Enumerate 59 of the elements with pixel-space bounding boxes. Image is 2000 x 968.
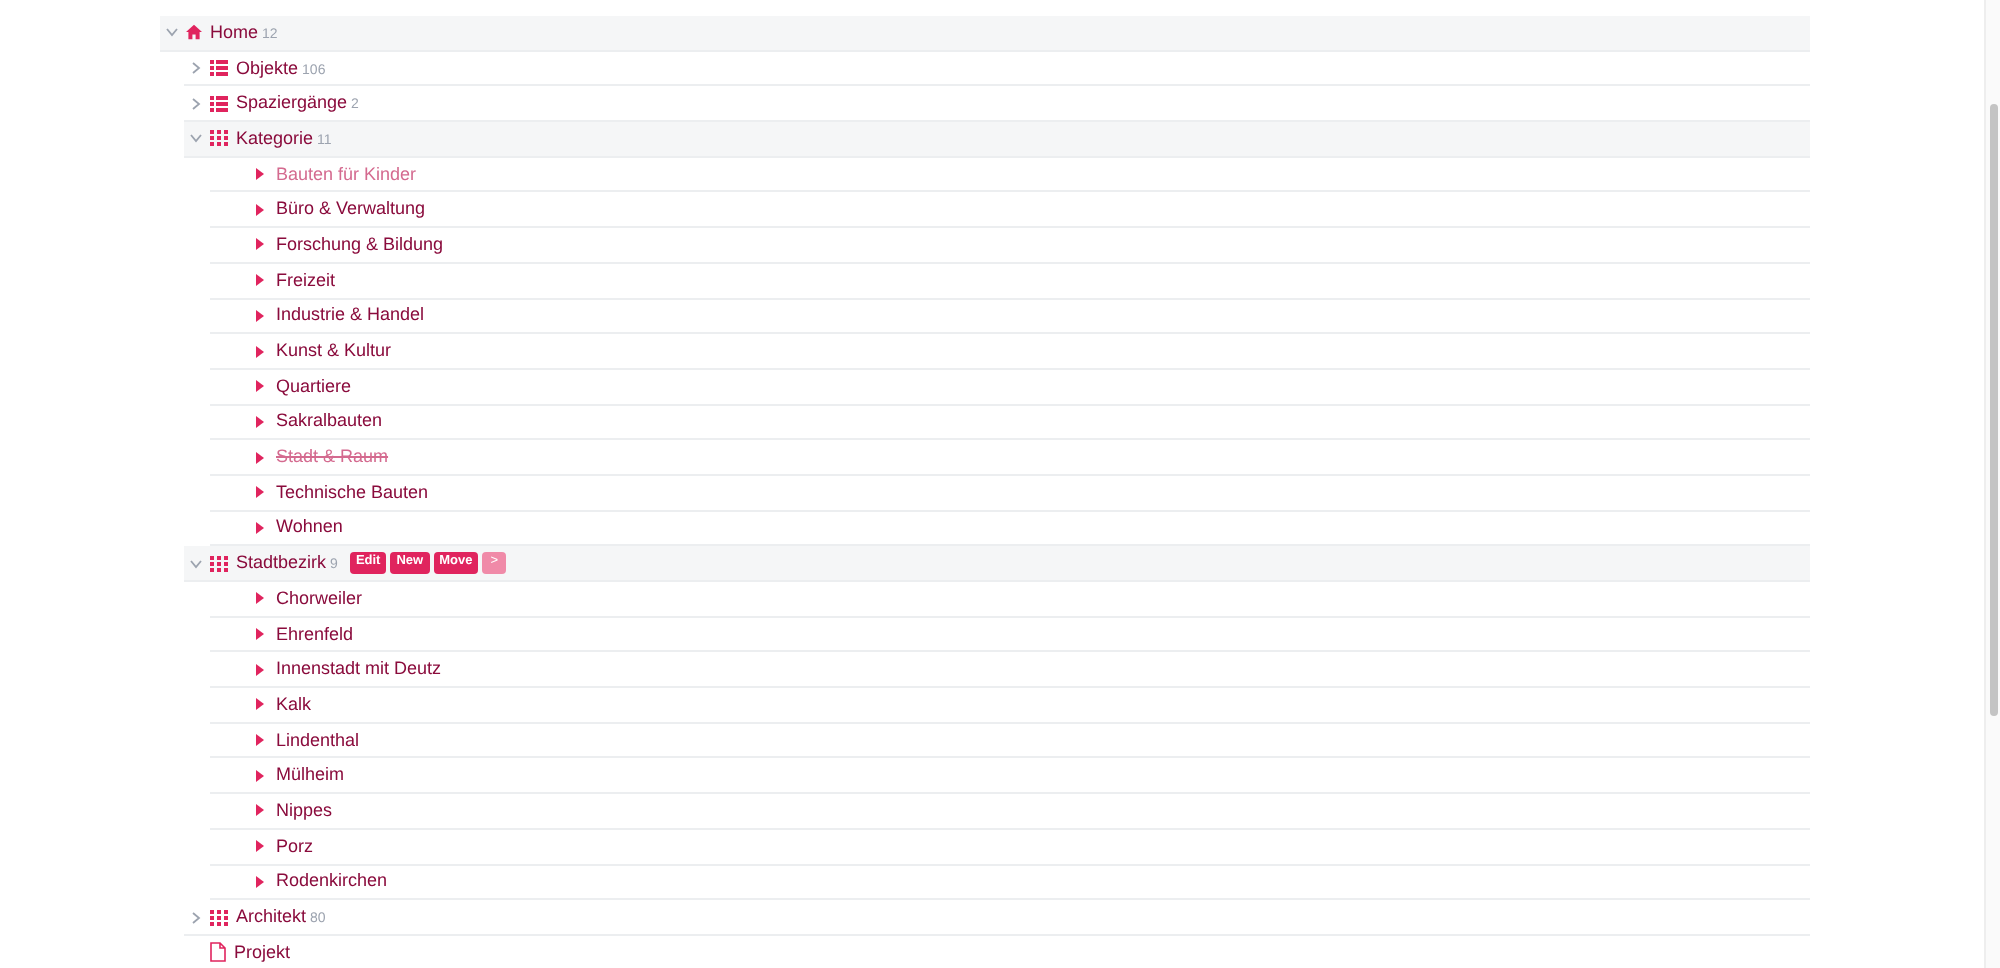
tree-item[interactable]: Quartiere [276, 377, 352, 396]
document-icon [210, 942, 226, 963]
caret-icon [256, 663, 264, 676]
caret-icon [256, 203, 264, 216]
tree-item[interactable]: Kunst & Kultur [276, 342, 392, 361]
grid-icon [210, 130, 228, 147]
grid-icon [210, 555, 228, 572]
tree-item[interactable]: Rodenkirchen [276, 872, 388, 891]
tree-item[interactable]: Nippes [276, 801, 333, 820]
chevron-right-icon[interactable] [189, 97, 201, 110]
caret-icon [256, 238, 264, 251]
caret-icon [256, 592, 264, 605]
caret-icon [256, 168, 264, 181]
caret-icon [256, 380, 264, 393]
tree-item[interactable]: Kalk [276, 695, 312, 714]
chevron-down-icon[interactable] [165, 26, 177, 39]
caret-icon [256, 415, 264, 428]
tree-item[interactable]: Home [210, 23, 259, 42]
tree-item[interactable]: Ehrenfeld [276, 625, 354, 644]
tree-item[interactable]: Kategorie [236, 129, 314, 148]
tree-item[interactable]: Büro & Verwaltung [276, 200, 426, 219]
caret-icon [256, 521, 264, 534]
caret-icon [256, 451, 264, 464]
tree-item[interactable]: Chorweiler [276, 589, 363, 608]
tree-item[interactable]: Projekt [234, 943, 291, 962]
grid-icon [210, 909, 228, 926]
list-icon [210, 95, 228, 112]
chevron-right-icon[interactable] [189, 911, 201, 924]
caret-icon [256, 274, 264, 287]
tree-item[interactable]: Industrie & Handel [276, 306, 425, 325]
tree-item[interactable]: Freizeit [276, 271, 336, 290]
caret-icon [256, 486, 264, 499]
tree-item[interactable]: Objekte [236, 59, 299, 78]
caret-icon [256, 804, 264, 817]
home-icon [186, 24, 202, 41]
chevron-right-icon[interactable] [189, 62, 201, 75]
tree-item[interactable]: Sakralbauten [276, 412, 383, 431]
chevron-down-icon[interactable] [189, 132, 201, 145]
list-icon [210, 60, 228, 77]
caret-icon [256, 769, 264, 782]
caret-icon [256, 734, 264, 747]
caret-icon [256, 345, 264, 358]
caret-icon [256, 309, 264, 322]
tree-item[interactable]: Spaziergänge [236, 94, 348, 113]
caret-icon [256, 875, 264, 888]
tree-item[interactable]: Forschung & Bildung [276, 235, 444, 254]
chevron-down-icon[interactable] [189, 557, 201, 570]
tree-item[interactable]: Technische Bauten [276, 483, 429, 502]
tree-item[interactable]: Wohnen [276, 518, 343, 537]
tree-item[interactable]: Lindenthal [276, 731, 360, 750]
tree-item[interactable]: Porz [276, 837, 314, 856]
caret-icon [256, 628, 264, 641]
tree-item[interactable]: Architekt [236, 908, 307, 927]
tree-item[interactable]: Innenstadt mit Deutz [276, 660, 442, 679]
caret-icon [256, 698, 264, 711]
scrollbar[interactable] [1984, 0, 2000, 968]
tree-item[interactable]: Mülheim [276, 766, 345, 785]
caret-icon [256, 840, 264, 853]
tree-item[interactable]: Stadtbezirk [236, 554, 327, 573]
